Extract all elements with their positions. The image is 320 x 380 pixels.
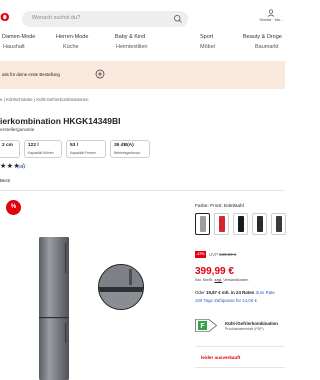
spec-value: 2 cm xyxy=(2,143,13,148)
swatch-fill xyxy=(238,216,244,232)
swatch-fill xyxy=(276,216,282,232)
nav-item-baby-kind[interactable]: Baby & Kind xyxy=(115,34,145,40)
financing-prefix: Oder xyxy=(195,290,205,295)
uvp-old-price: 549,00 € xyxy=(219,252,237,257)
site-header: o Wonach suchst du? Service · Ma... xyxy=(0,0,285,30)
spec-chip-freezing: 53 l Kapazität Frieren xyxy=(66,140,106,158)
vat-note: inkl. MwSt. zzgl. Versandkosten xyxy=(195,278,248,282)
sale-badge: % xyxy=(6,200,21,215)
swatch-dark-grey[interactable] xyxy=(252,213,267,235)
spec-chip-noise: 35 dB(A) Betriebsgeräusch xyxy=(110,140,150,158)
availability-box: leider ausverkauft xyxy=(195,346,285,368)
spec-label: Kapazität Frieren xyxy=(70,151,96,155)
nav-item-herren-mode[interactable]: Herren-Mode xyxy=(56,34,88,40)
fridge-image[interactable] xyxy=(38,237,70,380)
spec-label: Betriebsgeräusch xyxy=(114,151,141,155)
search-icon[interactable] xyxy=(173,14,183,24)
search-bar[interactable]: Wonach suchst du? xyxy=(22,11,188,27)
nav-item-baumarkt[interactable]: Baumarkt xyxy=(255,44,279,50)
handle-detail-graphic xyxy=(99,265,143,309)
service-menu[interactable]: Service · Ma... xyxy=(256,9,286,27)
spec-value: 53 l xyxy=(70,143,79,148)
search-input[interactable]: Wonach suchst du? xyxy=(32,15,80,21)
vat-suffix: Versandkosten xyxy=(223,278,249,282)
review-count-link[interactable]: (66) xyxy=(17,164,25,169)
brand-logo[interactable]: o xyxy=(0,10,10,24)
nav-item-heimtextilien[interactable]: Heimtextilien xyxy=(116,44,147,50)
plus-circle-icon[interactable] xyxy=(95,69,105,79)
nav-item-sport[interactable]: Sport xyxy=(200,34,213,40)
datasheet-link[interactable]: Produktdatenblatt (PDF) xyxy=(225,327,264,331)
vat-prefix: inkl. MwSt. xyxy=(195,278,214,282)
discount-badge: -27% xyxy=(195,251,206,258)
uvp-price: UVP 549,00 € xyxy=(209,252,236,257)
section-divider xyxy=(0,190,285,191)
promo-text: atis für deine erste Bestellung xyxy=(2,72,60,77)
spec-label: Kapazität Kühlen xyxy=(28,151,54,155)
availability-status: leider ausverkauft xyxy=(201,355,241,360)
bestseller-label: Besti xyxy=(0,178,10,183)
shipping-link[interactable]: zzgl. xyxy=(214,278,222,282)
service-label: Service · Ma... xyxy=(259,18,283,22)
nav-item-damen-mode[interactable]: Damen-Mode xyxy=(2,34,35,40)
payment-pause-link[interactable]: 100 Tage Zahlpause für 14,00 € xyxy=(195,298,257,303)
nav-item-kueche[interactable]: Küche xyxy=(63,44,79,50)
swatch-black[interactable] xyxy=(233,213,248,235)
swatch-red[interactable] xyxy=(214,213,229,235)
zoom-detail-image[interactable] xyxy=(98,264,144,310)
financing-note: Oder 19,87 € mtl. in 24 Raten Zum Rate xyxy=(195,290,275,295)
warranty-note: erstellergarantie xyxy=(0,128,35,133)
spec-chip-height: 2 cm xyxy=(0,140,20,158)
swatch-fill xyxy=(257,216,263,232)
service-icon xyxy=(267,9,275,17)
product-gallery[interactable] xyxy=(0,193,185,380)
nav-item-moebel[interactable]: Möbel xyxy=(200,44,215,50)
energy-class-letter: F xyxy=(200,323,205,330)
uvp-prefix: UVP xyxy=(209,252,218,257)
page-title: ierkombination HKGK14349BI xyxy=(0,116,121,126)
energy-title: Kühl-/Gefrierkombination xyxy=(225,321,278,326)
spec-value: 122 l xyxy=(28,143,39,148)
swatch-fill xyxy=(219,216,225,232)
swatch-fill xyxy=(200,216,206,232)
color-variant-label: Farbe: Front: Edelstahl xyxy=(195,204,244,209)
nav-item-beauty[interactable]: Beauty & Droge xyxy=(243,34,282,40)
breadcrumb[interactable]: e | Kühlschränke | Kühl-Gefrierkombinati… xyxy=(0,97,88,102)
swatch-edelstahl[interactable] xyxy=(195,213,210,235)
nav-item-haushalt[interactable]: Haushalt xyxy=(3,44,25,50)
promo-banner[interactable]: atis für deine erste Bestellung xyxy=(0,61,285,89)
current-price: 399,99 € xyxy=(195,266,234,277)
spec-chip-cooling: 122 l Kapazität Kühlen xyxy=(24,140,62,158)
spec-value: 35 dB(A) xyxy=(114,143,134,148)
category-nav: Damen-Mode Herren-Mode Baby & Kind Sport… xyxy=(0,31,285,55)
financing-amount: 19,87 € mtl. in 24 Raten xyxy=(206,290,255,295)
swatch-graphite[interactable] xyxy=(271,213,286,235)
financing-link[interactable]: Zum Rate xyxy=(256,290,275,295)
energy-class-icon[interactable]: F xyxy=(195,319,217,332)
